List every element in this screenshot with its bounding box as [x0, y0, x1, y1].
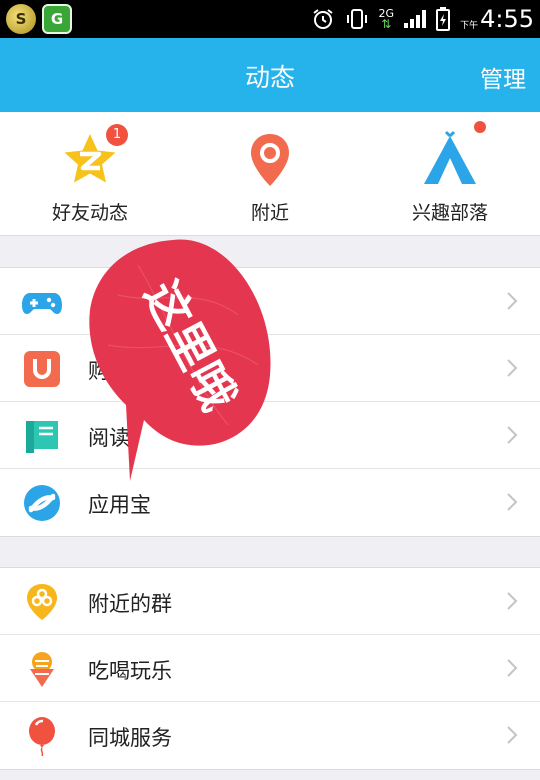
reading-label: 阅读 — [88, 426, 130, 450]
list-item-reading[interactable]: 阅读 — [0, 402, 540, 469]
ampm-label: 下午 — [460, 20, 479, 31]
list-item-food-fun[interactable]: 吃喝玩乐 — [0, 635, 540, 702]
chevron-right-icon — [507, 292, 518, 310]
notification-icons: S G — [6, 4, 72, 34]
shopping-label: 购 — [88, 359, 109, 383]
ice-cream-icon — [30, 652, 54, 687]
city-services-label: 同城服务 — [88, 726, 172, 750]
app-store-icon — [24, 485, 60, 521]
new-dot-badge — [474, 121, 486, 133]
friends-feed-button[interactable]: 好友动态 — [0, 112, 180, 236]
services-group-2: 附近的群 吃喝玩乐 同城服务 — [0, 567, 540, 770]
title-bar: 动态 管理 — [0, 38, 540, 112]
gamepad-icon — [22, 293, 62, 314]
app-store-label: 应用宝 — [88, 493, 151, 517]
chevron-right-icon — [507, 359, 518, 377]
signal-bars-icon — [404, 10, 427, 28]
interest-tribe-button[interactable]: 兴趣部落 — [360, 112, 540, 236]
status-bar: S G 2G ⇅ 下午 4:55 — [0, 0, 540, 38]
manage-button[interactable]: 管理 — [480, 60, 526, 94]
list-item-city-services[interactable]: 同城服务 — [0, 702, 540, 769]
chevron-right-icon — [507, 659, 518, 677]
food-fun-label: 吃喝玩乐 — [88, 659, 172, 683]
tent-icon — [424, 130, 476, 184]
services-group-1: 购 阅读 应用宝 — [0, 267, 540, 537]
alarm-icon — [312, 9, 333, 29]
nearby-group-icon — [27, 584, 57, 620]
quick-actions: 好友动态 附近 兴趣部落 — [0, 112, 540, 236]
shopping-magnet-icon — [24, 351, 60, 387]
unread-badge: 1 — [106, 124, 128, 146]
chevron-right-icon — [507, 493, 518, 511]
nearby-groups-label: 附近的群 — [88, 592, 172, 616]
location-pin-icon — [251, 134, 289, 186]
system-icons: 2G ⇅ 下午 4:55 — [311, 3, 534, 35]
data-arrows-icon: ⇅ — [381, 17, 392, 31]
vibrate-icon — [346, 9, 367, 29]
nearby-button[interactable]: 附近 — [180, 112, 360, 236]
friends-feed-label: 好友动态 — [51, 202, 128, 224]
chevron-right-icon — [507, 426, 518, 444]
page-title: 动态 — [244, 63, 295, 92]
chevron-right-icon — [507, 726, 518, 744]
interest-tribe-label: 兴趣部落 — [411, 202, 488, 224]
network-indicator: 2G ⇅ — [379, 8, 395, 30]
balloon-icon — [29, 717, 55, 756]
green-app-icon: G — [42, 4, 72, 34]
coin-app-icon: S — [6, 4, 36, 34]
clock-time: 4:55 — [480, 5, 534, 33]
nearby-label: 附近 — [250, 202, 289, 224]
list-item-game[interactable] — [0, 268, 540, 335]
list-item-shopping[interactable]: 购 — [0, 335, 540, 402]
battery-charging-icon — [436, 7, 451, 31]
chevron-right-icon — [507, 592, 518, 610]
list-item-app-store[interactable]: 应用宝 — [0, 469, 540, 536]
list-item-nearby-groups[interactable]: 附近的群 — [0, 568, 540, 635]
book-icon — [26, 421, 58, 453]
